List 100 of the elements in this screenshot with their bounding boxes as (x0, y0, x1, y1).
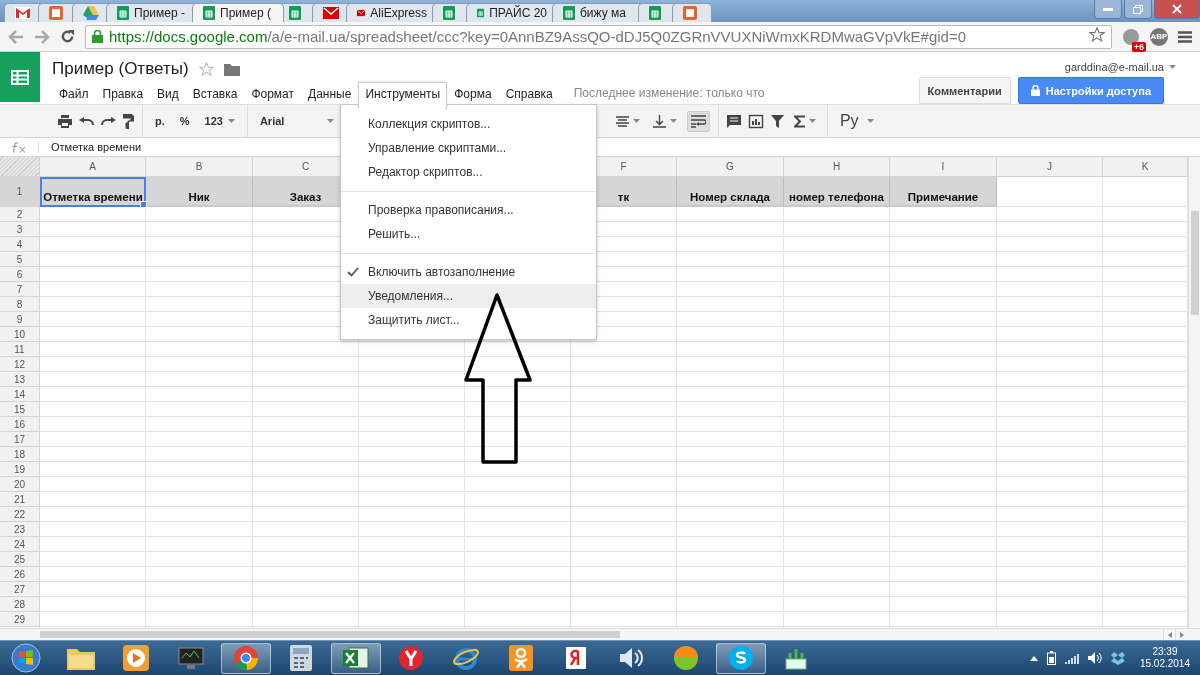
address-bar[interactable]: https://docs.google.com/a/e-mail.ua/spreadsheet/ccc?key=0AnnBZ9AssQO-dDJ5Q0ZGRnVVUXNiWmxKRDMwaGVpVkE#gid=0 (85, 24, 1112, 49)
row-header[interactable]: 7 (0, 282, 40, 297)
menu-item[interactable]: Вставка (185, 81, 245, 105)
font-dropdown[interactable]: Arial (255, 112, 338, 130)
extension-icon[interactable] (1122, 27, 1140, 46)
fill-handle[interactable] (140, 201, 147, 208)
print-icon[interactable] (58, 114, 72, 128)
row-header[interactable]: 28 (0, 597, 40, 612)
menu-item[interactable]: Вид (150, 81, 186, 105)
row-header[interactable]: 19 (0, 462, 40, 477)
percent-format-button[interactable]: % (175, 112, 194, 130)
scroll-left-icon[interactable] (1168, 631, 1172, 638)
menu-item[interactable]: Файл (52, 81, 96, 105)
browser-tab[interactable] (672, 3, 712, 22)
formula-bar-value[interactable]: Отметка времени (51, 141, 142, 153)
clock-time[interactable]: 23:39 (1152, 646, 1178, 658)
menu-item[interactable]: Правка (95, 81, 151, 105)
row-header[interactable]: 27 (0, 582, 40, 597)
taskbar-app-button[interactable] (221, 642, 271, 674)
row-header[interactable]: 22 (0, 507, 40, 522)
row-header[interactable]: 13 (0, 372, 40, 387)
column-header[interactable]: J (997, 157, 1103, 177)
number-format-button[interactable]: 123 (200, 112, 239, 130)
row-header[interactable]: 3 (0, 222, 40, 237)
filter-icon[interactable] (770, 114, 784, 128)
paint-roller-icon[interactable] (123, 113, 134, 129)
row-header[interactable]: 29 (0, 612, 40, 627)
menu-item[interactable]: Форма (447, 81, 499, 105)
input-tools-button[interactable]: Ру (835, 110, 878, 132)
menu-item[interactable]: Формат (244, 81, 302, 105)
row-header[interactable]: 12 (0, 357, 40, 372)
column-header[interactable]: G (677, 157, 784, 177)
dropdown-menu-item[interactable]: Включить автозаполнение (341, 260, 596, 284)
row-header[interactable]: 21 (0, 492, 40, 507)
row-header[interactable]: 4 (0, 237, 40, 252)
row-header[interactable]: 8 (0, 297, 40, 312)
column-header[interactable]: B (146, 157, 253, 177)
chart-icon[interactable] (747, 113, 764, 129)
row-header[interactable]: 16 (0, 417, 40, 432)
battery-icon[interactable] (1046, 651, 1056, 665)
menu-item[interactable]: Данные (301, 81, 359, 105)
row-header[interactable]: 18 (0, 447, 40, 462)
header-cell[interactable]: Номер склада (677, 177, 784, 207)
vertical-scrollbar[interactable] (1188, 157, 1200, 628)
redo-icon[interactable] (101, 116, 116, 126)
row-header[interactable]: 26 (0, 567, 40, 582)
star-icon[interactable] (198, 61, 214, 77)
folder-icon[interactable] (223, 62, 240, 76)
restore-button[interactable] (1124, 0, 1152, 19)
horizontal-scrollbar[interactable] (0, 628, 1200, 640)
row-header[interactable]: 23 (0, 522, 40, 537)
speaker-icon[interactable] (1087, 652, 1102, 664)
dropdown-menu-item[interactable]: Решить... (341, 222, 596, 246)
menu-item[interactable]: Справка (498, 81, 560, 105)
document-title[interactable]: Пример (Ответы) (52, 59, 189, 79)
undo-icon[interactable] (79, 116, 94, 126)
row-header[interactable]: 9 (0, 312, 40, 327)
column-header[interactable]: H (784, 157, 890, 177)
comment-icon[interactable] (726, 114, 741, 128)
column-header[interactable]: K (1103, 157, 1188, 177)
box-icon[interactable] (1110, 651, 1125, 665)
wrap-text-button[interactable] (686, 110, 710, 132)
dropdown-menu-item[interactable]: Защитить лист... (341, 308, 596, 332)
row-header[interactable]: 17 (0, 432, 40, 447)
adblock-button[interactable]: ABP (1150, 27, 1168, 46)
minimize-button[interactable] (1094, 0, 1122, 19)
dropdown-menu-item[interactable]: Коллекция скриптов... (341, 112, 596, 136)
row-header[interactable]: 11 (0, 342, 40, 357)
menu-icon[interactable] (1178, 30, 1192, 43)
row-header[interactable]: 6 (0, 267, 40, 282)
close-button[interactable] (1154, 0, 1200, 19)
chevron-up-icon[interactable] (1029, 655, 1038, 661)
column-header[interactable]: A (40, 157, 146, 177)
row-header[interactable]: 15 (0, 402, 40, 417)
star-icon[interactable] (1089, 27, 1105, 43)
row-header[interactable]: 1 (0, 177, 40, 207)
scroll-right-icon[interactable] (1180, 631, 1184, 638)
row-header[interactable]: 5 (0, 252, 40, 267)
currency-format-button[interactable]: р. (151, 112, 169, 130)
comments-button[interactable]: Комментарии (918, 77, 1011, 104)
row-header[interactable]: 2 (0, 207, 40, 222)
row-header[interactable]: 10 (0, 327, 40, 342)
account-email[interactable]: garddina@e-mail.ua (1064, 61, 1164, 73)
clock-date[interactable]: 15.02.2014 (1139, 658, 1190, 670)
header-cell[interactable]: номер телефона (784, 177, 890, 207)
taskbar-app-button[interactable] (331, 642, 381, 674)
menu-item[interactable]: Инструменты (358, 81, 448, 109)
dropdown-menu-item[interactable]: Уведомления... (341, 284, 596, 308)
row-header[interactable]: 14 (0, 387, 40, 402)
header-cell[interactable]: Примечание (890, 177, 997, 207)
signal-icon[interactable] (1064, 652, 1079, 664)
sheets-logo-icon[interactable] (0, 52, 40, 102)
reload-icon[interactable] (60, 29, 75, 44)
header-cell[interactable]: Отметка времени (40, 177, 146, 207)
row-header[interactable]: 20 (0, 477, 40, 492)
taskbar-app-button[interactable] (716, 642, 766, 674)
dropdown-menu-item[interactable]: Управление скриптами... (341, 136, 596, 160)
header-cell[interactable]: Ник (146, 177, 253, 207)
row-header[interactable]: 24 (0, 537, 40, 552)
row-header[interactable]: 25 (0, 552, 40, 567)
